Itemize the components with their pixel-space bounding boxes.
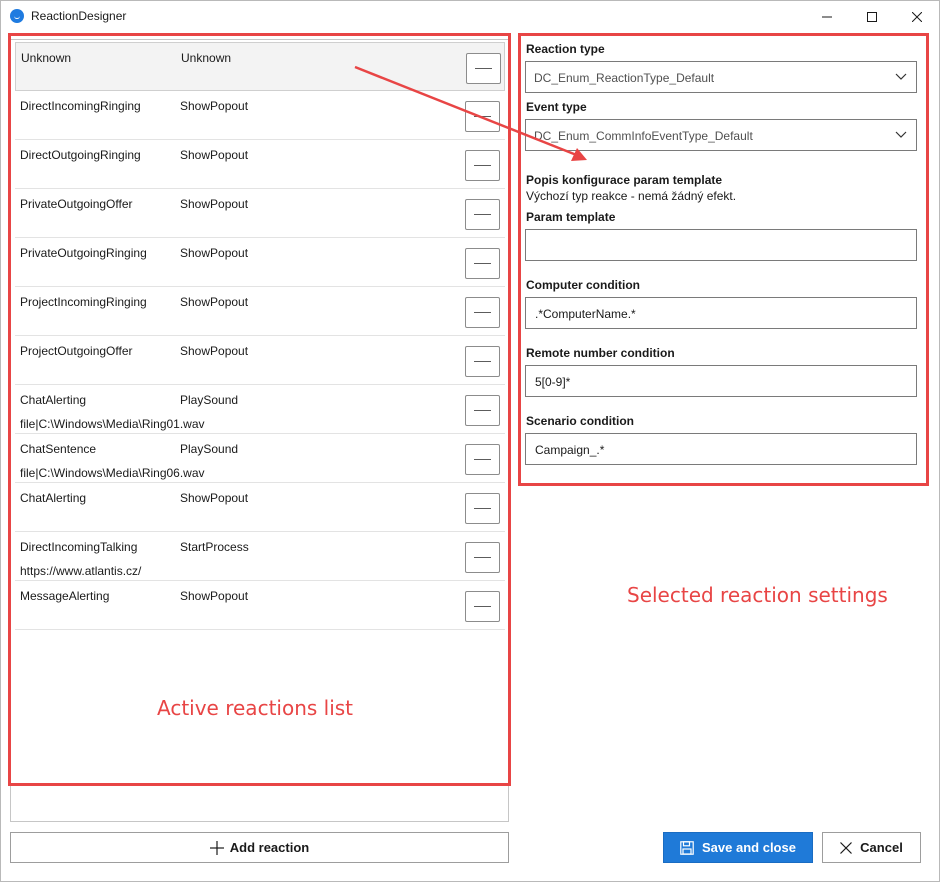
selected-settings-annotation: Selected reaction settings bbox=[627, 583, 888, 607]
cancel-button[interactable]: Cancel bbox=[822, 832, 921, 863]
selected-settings-highlight bbox=[518, 33, 929, 486]
window-title: ReactionDesigner bbox=[31, 9, 127, 23]
plus-icon bbox=[209, 840, 224, 855]
title-bar: ReactionDesigner bbox=[1, 1, 939, 32]
add-reaction-button[interactable]: Add reaction bbox=[10, 832, 509, 863]
add-reaction-label: Add reaction bbox=[229, 840, 310, 855]
floppy-icon bbox=[680, 840, 694, 855]
save-and-close-label: Save and close bbox=[702, 840, 796, 855]
minimize-icon bbox=[822, 16, 832, 17]
maximize-button[interactable] bbox=[849, 1, 895, 32]
reaction-designer-window: ReactionDesigner Unknown Unknown DirectInc… bbox=[0, 0, 940, 882]
maximize-icon bbox=[867, 11, 877, 22]
close-icon bbox=[912, 11, 922, 22]
close-icon bbox=[840, 841, 853, 854]
app-icon bbox=[10, 9, 24, 23]
cancel-label: Cancel bbox=[860, 840, 903, 855]
active-reactions-annotation: Active reactions list bbox=[157, 696, 354, 720]
reactions-list-footer bbox=[10, 783, 509, 822]
minimize-button[interactable] bbox=[804, 1, 850, 32]
active-reactions-highlight bbox=[8, 33, 511, 786]
save-and-close-button[interactable]: Save and close bbox=[663, 832, 813, 863]
close-window-button[interactable] bbox=[894, 1, 940, 32]
